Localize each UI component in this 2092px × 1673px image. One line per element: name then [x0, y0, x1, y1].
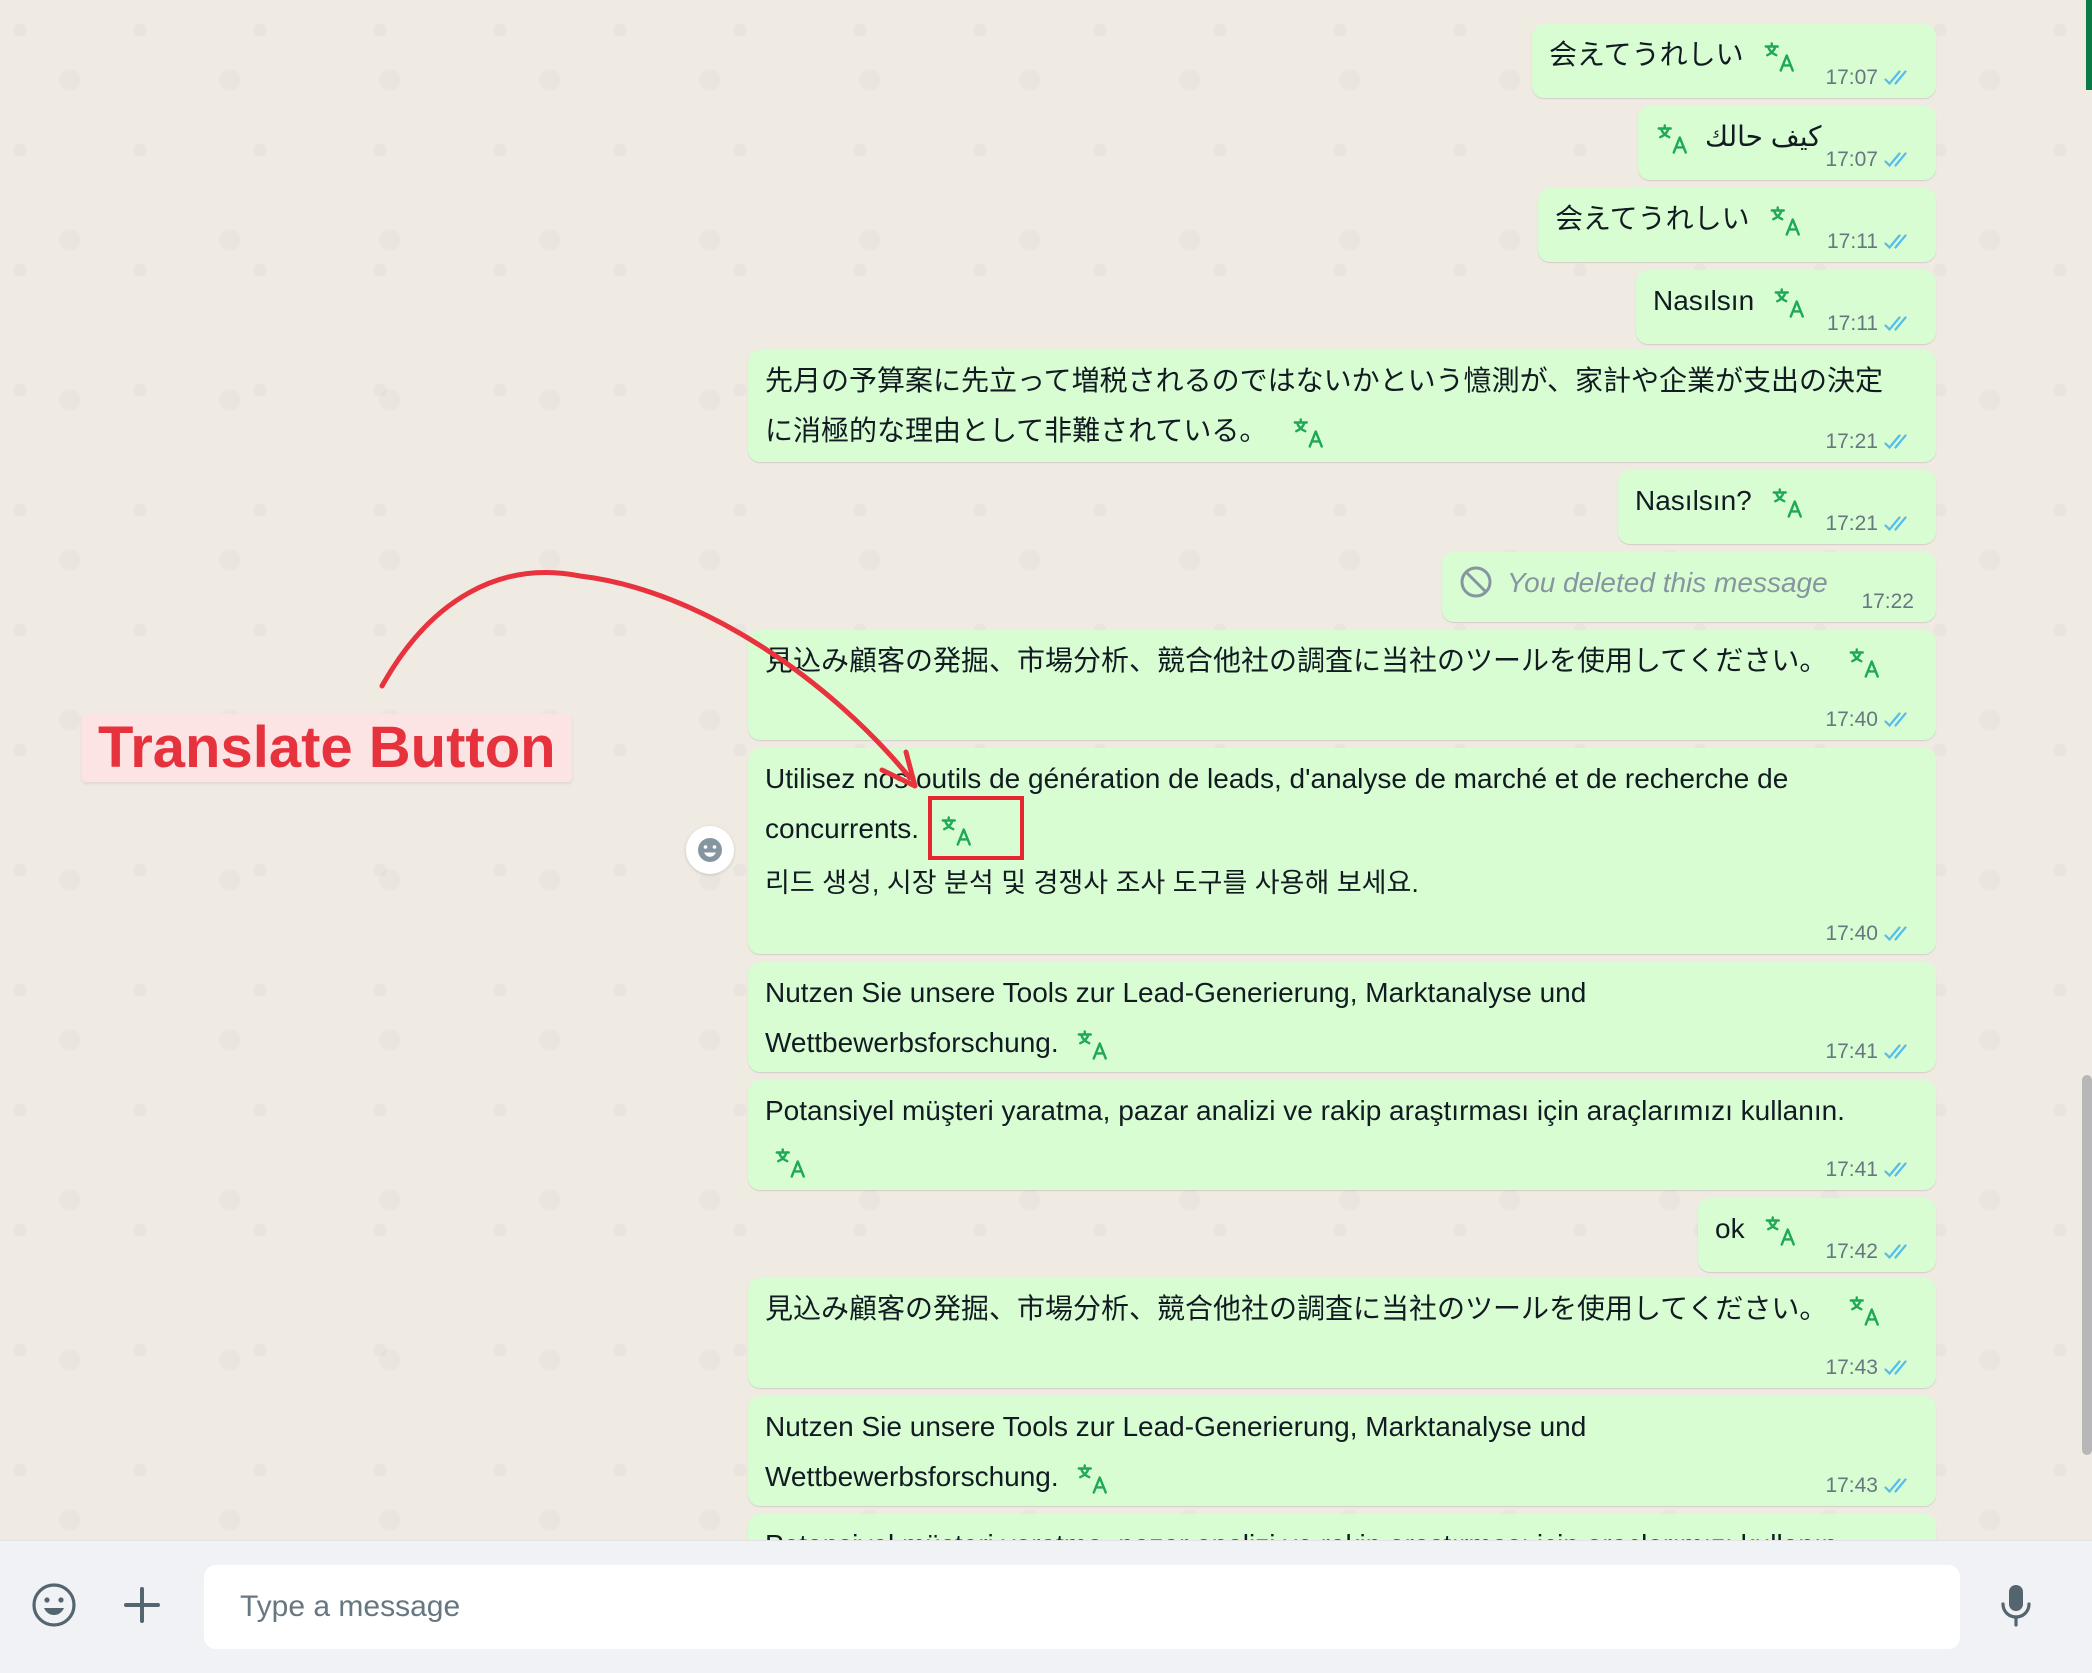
double-check-icon: [1884, 69, 1914, 87]
message-bubble[interactable]: Nasılsın? 17:21: [1618, 470, 1936, 544]
message-text-line2: に消極的な理由として非難されている。: [765, 415, 1268, 446]
double-check-icon: [1884, 925, 1914, 943]
double-check-icon: [1884, 515, 1914, 533]
double-check-icon: [1884, 1161, 1914, 1179]
message-time: 17:42: [1825, 1240, 1878, 1263]
translate-icon[interactable]: [1291, 415, 1327, 451]
translate-icon[interactable]: [1762, 39, 1798, 75]
message-time: 17:07: [1825, 148, 1878, 171]
message-text: Nasılsın?: [1635, 485, 1752, 516]
message-bubble[interactable]: كيف حالك 17:07: [1638, 106, 1936, 180]
message-time: 17:43: [1825, 1356, 1878, 1379]
translate-icon[interactable]: [1770, 485, 1806, 521]
message-bubble[interactable]: 見込み顧客の発掘、市場分析、競合他社の調査に当社のツールを使用してください。 1…: [748, 1278, 1936, 1388]
translate-icon[interactable]: [773, 1145, 809, 1181]
double-check-icon: [1884, 711, 1914, 729]
message-time: 17:41: [1825, 1040, 1878, 1063]
message-time: 17:22: [1861, 590, 1914, 613]
message-text: 見込み顧客の発掘、市場分析、競合他社の調査に当社のツールを使用してください。: [765, 645, 1828, 676]
message-text: Nutzen Sie unsere Tools zur Lead-Generie…: [765, 1411, 1587, 1442]
message-input[interactable]: [204, 1565, 1960, 1649]
message-bubble[interactable]: 会えてうれしい 17:11: [1538, 188, 1936, 262]
deleted-message-bubble[interactable]: You deleted this message 17:22: [1442, 552, 1936, 622]
double-check-icon: [1884, 315, 1914, 333]
message-time: 17:07: [1825, 66, 1878, 89]
emoji-icon[interactable]: [26, 1577, 82, 1633]
message-text-line2: Wettbewerbsforschung.: [765, 1461, 1059, 1492]
annotation-highlight-box: [928, 796, 1024, 860]
message-bubble[interactable]: Potansiyel müşteri yaratma, pazar analiz…: [748, 1514, 1936, 1540]
message-text: Potansiyel müşteri yaratma, pazar analiz…: [765, 1520, 1920, 1540]
message-text: Potansiyel müşteri yaratma, pazar analiz…: [765, 1095, 1845, 1126]
message-bubble[interactable]: 見込み顧客の発掘、市場分析、競合他社の調査に当社のツールを使用してください。 1…: [748, 630, 1936, 740]
mic-icon[interactable]: [1988, 1577, 2044, 1633]
ban-icon: [1459, 565, 1493, 599]
double-check-icon: [1884, 1359, 1914, 1377]
double-check-icon: [1884, 233, 1914, 251]
translated-text: 리드 생성, 시장 분석 및 경쟁사 조사 도구를 사용해 보세요.: [765, 868, 1419, 898]
message-text: 見込み顧客の発掘、市場分析、競合他社の調査に当社のツールを使用してください。: [765, 1293, 1828, 1324]
double-check-icon: [1884, 1477, 1914, 1495]
translate-icon[interactable]: [1075, 1027, 1111, 1063]
double-check-icon: [1884, 433, 1914, 451]
translate-icon[interactable]: [1847, 1293, 1883, 1329]
emoji-reaction-button[interactable]: [686, 826, 734, 874]
message-text-line2: concurrents.: [765, 813, 920, 844]
double-check-icon: [1884, 1043, 1914, 1061]
message-bubble[interactable]: Potansiyel müşteri yaratma, pazar analiz…: [748, 1080, 1936, 1190]
message-text: كيف حالك: [1705, 121, 1822, 152]
message-text: ok: [1715, 1213, 1745, 1244]
message-bubble[interactable]: 先月の予算案に先立って増税されるのではないかという憶測が、家計や企業が支出の決定…: [748, 350, 1936, 462]
translate-icon[interactable]: [1847, 645, 1883, 681]
message-composer: [0, 1540, 2092, 1673]
message-time: 17:43: [1825, 1474, 1878, 1497]
annotation-label: Translate Button: [82, 714, 572, 782]
translate-icon[interactable]: [1772, 285, 1808, 321]
message-bubble[interactable]: Nasılsın 17:11: [1636, 270, 1936, 344]
translate-icon[interactable]: [1763, 1213, 1799, 1249]
message-bubble[interactable]: Utilisez nos outils de génération de lea…: [748, 748, 1936, 954]
chat-scrollbar[interactable]: [2082, 1075, 2092, 1455]
double-check-icon: [1884, 151, 1914, 169]
message-time: 17:21: [1825, 512, 1878, 535]
message-text: 会えてうれしい: [1549, 39, 1744, 70]
message-bubble[interactable]: Nutzen Sie unsere Tools zur Lead-Generie…: [748, 962, 1936, 1072]
message-text: You deleted this message: [1507, 567, 1828, 598]
message-text: 先月の予算案に先立って増税されるのではないかという憶測が、家計や企業が支出の決定: [765, 365, 1884, 396]
window-edge: [2086, 0, 2092, 90]
message-bubble[interactable]: ok 17:42: [1698, 1198, 1936, 1272]
message-time: 17:11: [1827, 230, 1878, 253]
translate-icon[interactable]: [1075, 1461, 1111, 1497]
translate-icon[interactable]: [1655, 121, 1691, 157]
message-bubble[interactable]: Nutzen Sie unsere Tools zur Lead-Generie…: [748, 1396, 1936, 1506]
message-time: 17:40: [1825, 922, 1878, 945]
message-text-line2: Wettbewerbsforschung.: [765, 1027, 1059, 1058]
chat-panel: 会えてうれしい 17:07 كيف حالك 17:07 会えてうれしい 17:…: [0, 0, 2092, 1540]
message-time: 17:21: [1825, 430, 1878, 453]
translate-icon[interactable]: [1768, 203, 1804, 239]
plus-icon[interactable]: [114, 1577, 170, 1633]
message-bubble[interactable]: 会えてうれしい 17:07: [1532, 24, 1936, 98]
message-time: 17:41: [1825, 1158, 1878, 1181]
message-text: 会えてうれしい: [1555, 203, 1750, 234]
message-text: Nasılsın: [1653, 285, 1755, 316]
message-text: Nutzen Sie unsere Tools zur Lead-Generie…: [765, 977, 1587, 1008]
message-time: 17:40: [1825, 708, 1878, 731]
double-check-icon: [1884, 1243, 1914, 1261]
message-time: 17:11: [1827, 312, 1878, 335]
